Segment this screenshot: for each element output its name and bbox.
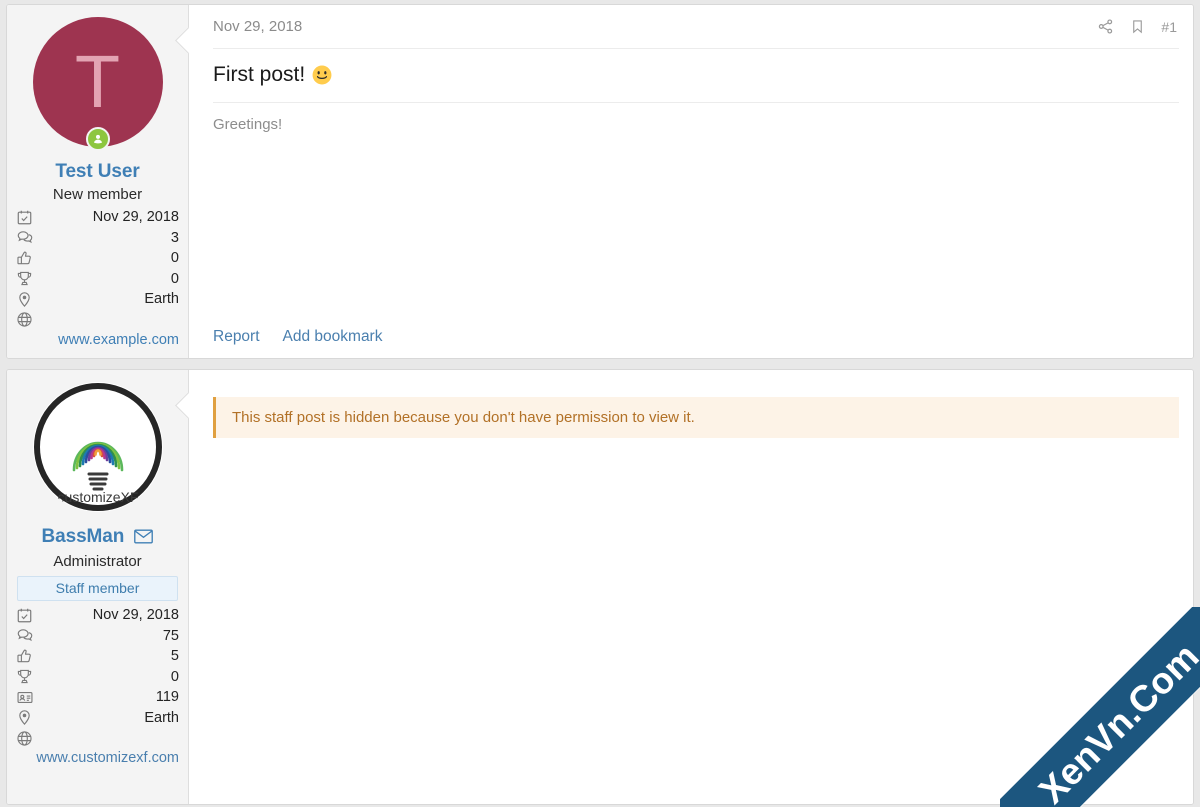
avatar-wrapper-1[interactable]: T (32, 17, 163, 151)
stat-value-messages-count: 3 (170, 229, 179, 246)
user-website-1[interactable]: www.example.com (16, 331, 179, 351)
stat-value-messages-count: 75 (162, 627, 179, 644)
stat-row-messages-count: 75 (16, 625, 179, 646)
map-marker-icon (16, 709, 42, 726)
post-header-1: Nov 29, 2018 #1 (213, 5, 1179, 49)
online-status-icon (85, 127, 110, 151)
svg-text:customizeXF: customizeXF (57, 489, 138, 505)
envelope-icon[interactable] (129, 528, 154, 549)
avatar-wrapper-2[interactable]: customizeXF (32, 382, 163, 512)
stat-row-reactions-count: 0 (16, 248, 179, 269)
user-title-1: New member (52, 185, 143, 203)
calendar-check-icon (16, 607, 42, 624)
stat-row-points-count: 0 (16, 268, 179, 289)
avatar-letter: T (74, 40, 121, 123)
user-stats-1: Nov 29, 2018 3 0 0 Earth (16, 207, 179, 310)
stat-value-member-number: 119 (155, 689, 179, 706)
post-message-2: This staff post is hidden because you do… (175, 370, 1193, 804)
stat-row-member-number: 119 (16, 687, 179, 708)
add-bookmark-link[interactable]: Add bookmark (283, 328, 383, 346)
trophy-icon (16, 270, 42, 287)
thumbs-up-icon (16, 250, 42, 267)
stat-value-joined-date: Nov 29, 2018 (92, 607, 179, 624)
username-link[interactable]: BassMan (42, 526, 125, 547)
id-card-icon (16, 689, 42, 706)
post-body-1: Greetings! (213, 116, 283, 133)
post-user-block-2: customizeXF BassMan Administrator Staff … (7, 370, 189, 804)
post-number[interactable]: #1 (1161, 19, 1177, 35)
user-title-2: Administrator (53, 552, 142, 570)
staff-member-badge: Staff member (17, 575, 178, 601)
trophy-icon (16, 668, 42, 685)
slightly-smiling-face-emoji (312, 65, 332, 85)
globe-icon (16, 730, 42, 747)
globe-icon (16, 311, 42, 328)
stat-row-joined-date: Nov 29, 2018 (16, 207, 179, 228)
username-link[interactable]: Test User (55, 161, 139, 182)
stat-value-location: Earth (144, 291, 179, 308)
post-header-actions: #1 (1097, 18, 1177, 35)
customizexf-logo-icon: customizeXF (33, 383, 162, 511)
website-icon-row-2 (16, 728, 179, 749)
share-icon[interactable] (1097, 18, 1114, 35)
thread-post-list: T Test User New member Nov 29, 2018 3 0 0 Ea… (0, 0, 1200, 807)
comments-icon (16, 229, 42, 246)
stat-value-joined-date: Nov 29, 2018 (92, 209, 179, 226)
stat-row-messages-count: 3 (16, 227, 179, 248)
avatar[interactable]: customizeXF (32, 382, 163, 512)
stat-row-location: Earth (16, 707, 179, 728)
post-article-2: customizeXF BassMan Administrator Staff … (6, 369, 1194, 805)
post-actions-1: Report Add bookmark (213, 328, 382, 346)
website-icon-row-1 (16, 309, 179, 330)
user-stats-2: Nov 29, 2018 75 5 0 119 Earth (16, 605, 179, 728)
post-title-1: First post! (213, 49, 1179, 103)
post-date[interactable]: Nov 29, 2018 (213, 18, 302, 35)
stat-row-location: Earth (16, 289, 179, 310)
stat-value-points-count: 0 (170, 270, 179, 287)
post-article-1: T Test User New member Nov 29, 2018 3 0 0 Ea… (6, 4, 1194, 359)
post-message-1: Nov 29, 2018 #1 First post! Greetings! R… (175, 5, 1193, 358)
post-username-2[interactable]: BassMan (16, 526, 179, 550)
comments-icon (16, 627, 42, 644)
post-username-1[interactable]: Test User (16, 161, 179, 183)
stat-value-reactions-count: 5 (170, 648, 179, 665)
stat-value-reactions-count: 0 (170, 250, 179, 267)
staff-post-hidden-notice: This staff post is hidden because you do… (213, 397, 1179, 438)
bookmark-icon[interactable] (1130, 18, 1145, 35)
report-link[interactable]: Report (213, 328, 260, 346)
stat-row-points-count: 0 (16, 666, 179, 687)
post-title-text: First post! (213, 63, 306, 86)
stat-row-reactions-count: 5 (16, 646, 179, 667)
post-user-block-1: T Test User New member Nov 29, 2018 3 0 0 Ea… (7, 5, 189, 358)
map-marker-icon (16, 291, 42, 308)
calendar-check-icon (16, 209, 42, 226)
stat-value-location: Earth (144, 709, 179, 726)
stat-row-joined-date: Nov 29, 2018 (16, 605, 179, 626)
stat-value-points-count: 0 (170, 668, 179, 685)
thumbs-up-icon (16, 648, 42, 665)
user-website-2[interactable]: www.customizexf.com (16, 749, 179, 769)
